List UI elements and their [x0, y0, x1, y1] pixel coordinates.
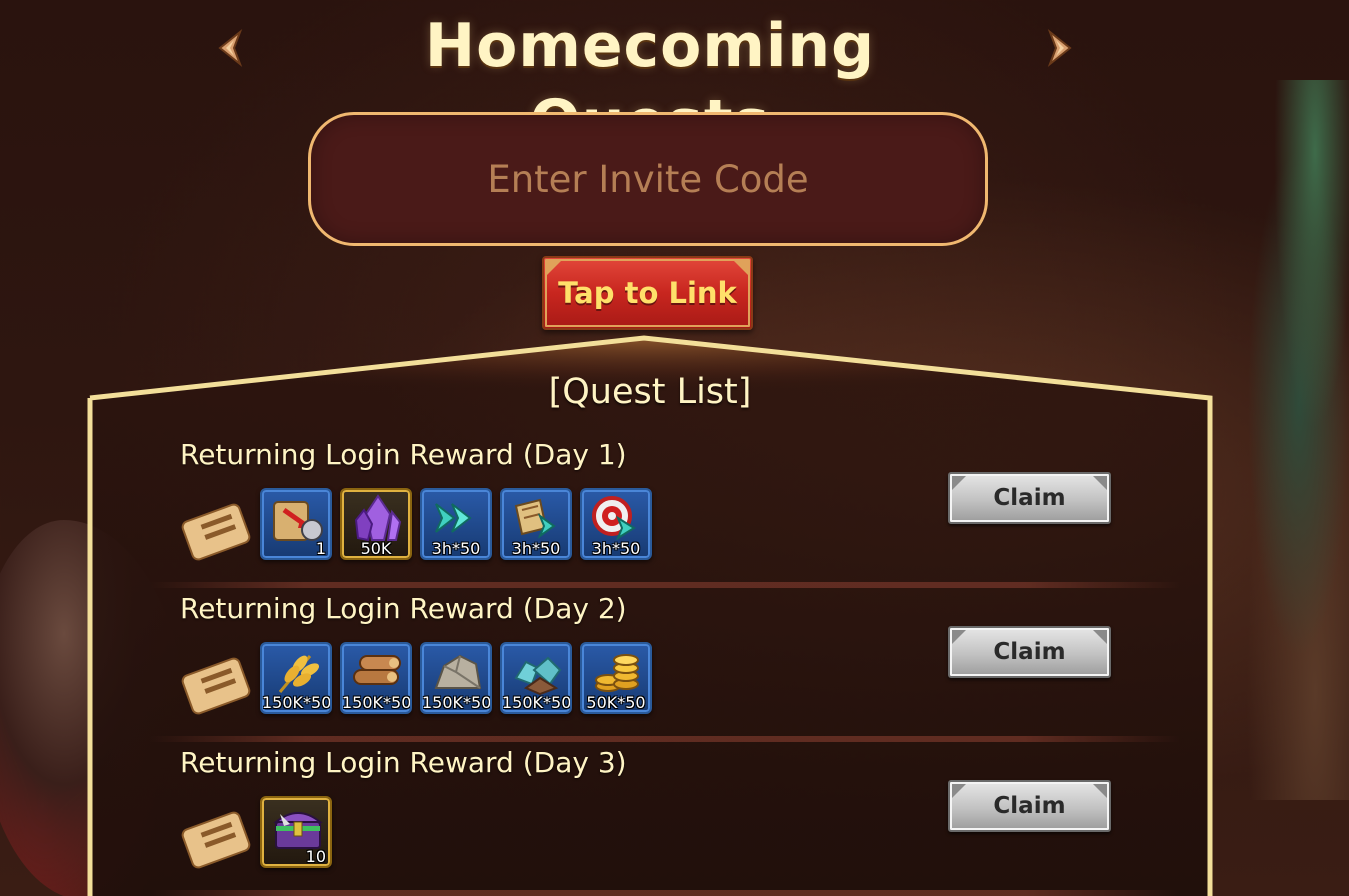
quest-row-day-1: Returning Login Reward (Day 1) 1 50K 3h*…	[150, 438, 1180, 588]
claim-label: Claim	[993, 639, 1066, 665]
reward-quantity: 3h*50	[511, 539, 561, 558]
divider	[150, 890, 1180, 896]
corner-ornament-icon	[1093, 784, 1107, 798]
reward-item[interactable]: 3h*50	[420, 488, 492, 560]
reward-quantity: 150K*50	[262, 693, 332, 712]
training-speedup-icon	[592, 496, 636, 541]
quest-title: Returning Login Reward (Day 2)	[180, 592, 627, 625]
claim-label: Claim	[993, 485, 1066, 511]
claim-button[interactable]: Claim	[948, 626, 1111, 678]
claim-button[interactable]: Claim	[948, 472, 1111, 524]
wood-logs-icon	[353, 655, 401, 685]
reward-quantity: 150K*50	[422, 693, 492, 712]
scroll-helmet-icon	[273, 501, 323, 541]
reward-item[interactable]: 150K*50	[260, 642, 332, 714]
reward-item[interactable]: 3h*50	[580, 488, 652, 560]
reward-item[interactable]: 50K	[340, 488, 412, 560]
corner-ornament-icon	[1093, 476, 1107, 490]
reward-quantity: 1	[315, 539, 326, 558]
divider	[150, 582, 1180, 588]
quest-row-day-3: Returning Login Reward (Day 3) 10 Claim	[150, 746, 1180, 896]
iron-ore-icon	[514, 656, 562, 696]
claim-button[interactable]: Claim	[948, 780, 1111, 832]
quest-title: Returning Login Reward (Day 3)	[180, 746, 627, 779]
gold-coins-icon	[595, 654, 639, 692]
quest-list-title: [Quest List]	[548, 372, 752, 412]
reward-list: 150K*50 150K*50 150K*50 150K*50 50K*50	[260, 642, 652, 714]
reward-quantity: 3h*50	[431, 539, 481, 558]
ticket-icon	[181, 657, 251, 715]
corner-ornament-icon	[734, 261, 748, 275]
reward-item[interactable]: 10	[260, 796, 332, 868]
invite-code-input[interactable]	[311, 115, 985, 243]
ticket-icon	[181, 811, 251, 869]
treasure-chest-icon	[273, 812, 323, 849]
corner-ornament-icon	[1093, 630, 1107, 644]
reward-quantity: 50K*50	[586, 693, 646, 712]
corner-ornament-icon	[952, 784, 966, 798]
stone-icon	[434, 654, 482, 689]
invite-code-field	[308, 112, 988, 246]
reward-item[interactable]: 50K*50	[580, 642, 652, 714]
header: Homecoming Quests	[0, 8, 1349, 157]
reward-quantity: 10	[305, 847, 326, 866]
corner-ornament-icon	[547, 261, 561, 275]
reward-quantity: 50K	[360, 539, 392, 558]
reward-list: 1 50K 3h*50 3h*50 3h*50	[260, 488, 652, 560]
quest-title: Returning Login Reward (Day 1)	[180, 438, 627, 471]
reward-item[interactable]: 1	[260, 488, 332, 560]
divider	[150, 736, 1180, 742]
corner-ornament-icon	[952, 630, 966, 644]
speedup-arrows-icon	[435, 503, 472, 533]
purple-crystal-icon	[354, 494, 402, 542]
reward-item[interactable]: 3h*50	[500, 488, 572, 560]
reward-list: 10	[260, 796, 332, 868]
reward-quantity: 3h*50	[591, 539, 641, 558]
reward-item[interactable]: 150K*50	[420, 642, 492, 714]
quest-row-day-2: Returning Login Reward (Day 2) 150K*50 1	[150, 592, 1180, 742]
ticket-icon	[181, 503, 251, 561]
tap-to-link-label: Tap to Link	[558, 276, 737, 310]
corner-ornament-icon	[952, 476, 966, 490]
wheat-icon	[278, 655, 320, 693]
reward-item[interactable]: 150K*50	[340, 642, 412, 714]
next-page-arrow-icon[interactable]	[1036, 26, 1080, 70]
prev-page-arrow-icon[interactable]	[210, 26, 254, 70]
reward-item[interactable]: 150K*50	[500, 642, 572, 714]
reward-quantity: 150K*50	[342, 693, 412, 712]
reward-quantity: 150K*50	[502, 693, 572, 712]
background-character-right	[1219, 80, 1349, 800]
claim-label: Claim	[993, 793, 1066, 819]
tap-to-link-button[interactable]: Tap to Link	[542, 256, 753, 330]
research-speedup-icon	[514, 498, 556, 539]
